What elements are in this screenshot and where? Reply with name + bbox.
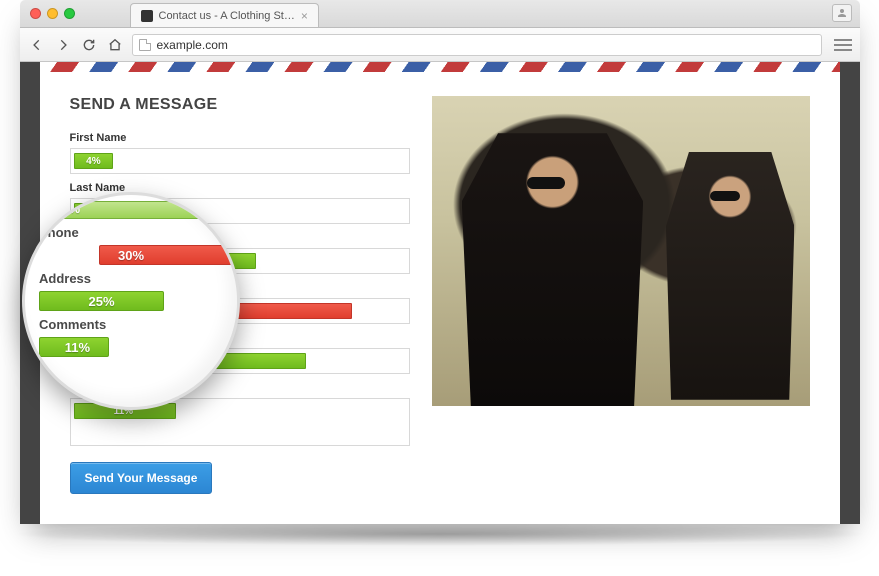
send-message-button[interactable]: Send Your Message (70, 462, 213, 494)
lens-top-pct: 20% (56, 202, 80, 216)
page-icon (139, 39, 151, 51)
url-text: example.com (157, 38, 228, 52)
magnifier-lens: 20% Phone 30% Address 25% Comments 11% (22, 192, 240, 410)
tab-bar: Contact us - A Clothing St… × (20, 0, 860, 28)
form-heading: SEND A MESSAGE (70, 96, 410, 114)
favicon-icon (141, 10, 153, 22)
maximize-window-icon[interactable] (64, 8, 75, 19)
hero-image-column (432, 96, 810, 494)
user-menu-button[interactable] (832, 4, 852, 22)
browser-tab[interactable]: Contact us - A Clothing St… × (130, 3, 319, 27)
window-controls (30, 8, 75, 19)
hamburger-menu-icon[interactable] (834, 39, 852, 51)
minimize-window-icon[interactable] (47, 8, 58, 19)
lens-label-phone: Phone (39, 225, 223, 240)
url-bar: example.com (20, 28, 860, 62)
back-button[interactable] (28, 36, 46, 54)
tab-title: Contact us - A Clothing St… (159, 10, 295, 22)
shadow (10, 522, 870, 546)
first-name-input[interactable]: 4% (70, 148, 410, 174)
lens-pct-comments: 11% (65, 340, 90, 355)
airmail-stripe (40, 62, 840, 72)
close-window-icon[interactable] (30, 8, 41, 19)
lens-pct-address: 25% (89, 294, 115, 309)
address-bar[interactable]: example.com (132, 34, 822, 56)
lens-pct-phone: 30% (118, 248, 144, 263)
pct-first-name: 4% (86, 156, 100, 167)
label-first-name: First Name (70, 132, 410, 144)
lens-label-address: Address (39, 271, 223, 286)
hero-image (432, 96, 810, 406)
close-tab-icon[interactable]: × (301, 9, 308, 23)
reload-button[interactable] (80, 36, 98, 54)
lens-label-comments: Comments (39, 317, 223, 332)
home-button[interactable] (106, 36, 124, 54)
forward-button[interactable] (54, 36, 72, 54)
